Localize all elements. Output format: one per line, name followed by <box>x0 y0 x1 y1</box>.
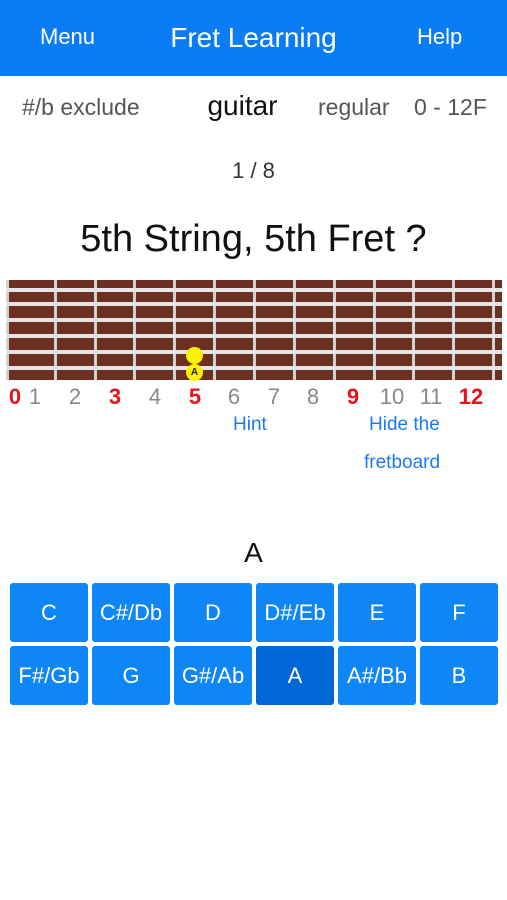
note-button-b[interactable]: B <box>420 646 498 705</box>
fret-line-4 <box>173 280 176 380</box>
fret-number: 1 <box>28 384 42 409</box>
nav-bar: Menu Fret Learning Help <box>0 0 507 76</box>
fret-line-12 <box>492 280 495 380</box>
help-button[interactable]: Help <box>417 24 462 50</box>
fret-number: 8 <box>306 384 320 409</box>
fret-number: 7 <box>267 384 281 409</box>
note-button-ds-eb[interactable]: D#/Eb <box>256 583 334 642</box>
hide-fretboard-link-line1[interactable]: Hide the <box>369 414 440 436</box>
fret-number: 11 <box>419 384 443 409</box>
string-line-6 <box>6 366 502 370</box>
fret-line-6 <box>253 280 256 380</box>
fret-line-2 <box>94 280 97 380</box>
note-button-as-bb[interactable]: A#/Bb <box>338 646 416 705</box>
position-marker <box>186 347 203 364</box>
marker-label: A <box>186 364 203 381</box>
fret-line-11 <box>452 280 455 380</box>
fret-line-1 <box>54 280 57 380</box>
string-line-4 <box>6 334 502 338</box>
note-button-c[interactable]: C <box>10 583 88 642</box>
fret-number: 9 <box>346 384 360 409</box>
fretboard <box>6 280 502 380</box>
fret-number: 3 <box>108 384 122 409</box>
string-line-3 <box>6 318 502 322</box>
fret-range-option[interactable]: 0 - 12F <box>414 94 487 121</box>
fret-number: 6 <box>227 384 241 409</box>
hide-fretboard-link-line2[interactable]: fretboard <box>364 452 440 474</box>
fret-line-8 <box>333 280 336 380</box>
answer-display: A <box>244 537 263 568</box>
accidental-option[interactable]: #/b exclude <box>22 94 140 121</box>
note-button-g[interactable]: G <box>92 646 170 705</box>
fret-line-9 <box>373 280 376 380</box>
string-line-2 <box>6 302 502 306</box>
note-button-f[interactable]: F <box>420 583 498 642</box>
note-button-gs-ab[interactable]: G#/Ab <box>174 646 252 705</box>
fret-number: 10 <box>379 384 405 409</box>
question-text: 5th String, 5th Fret ? <box>80 218 427 260</box>
fret-number: 12 <box>458 384 484 409</box>
fret-line-0 <box>6 280 9 380</box>
note-button-d[interactable]: D <box>174 583 252 642</box>
note-button-fs-gb[interactable]: F#/Gb <box>10 646 88 705</box>
fret-number: 4 <box>148 384 162 409</box>
fret-line-5 <box>213 280 216 380</box>
string-line-5 <box>6 350 502 354</box>
fret-line-7 <box>293 280 296 380</box>
instrument-option[interactable]: guitar <box>150 90 335 122</box>
note-button-a[interactable]: A <box>256 646 334 705</box>
string-line-1 <box>6 288 502 292</box>
fret-number: 2 <box>68 384 82 409</box>
tuning-option[interactable]: regular <box>318 94 390 121</box>
question-counter: 1 / 8 <box>232 158 275 183</box>
note-button-e[interactable]: E <box>338 583 416 642</box>
fret-line-3 <box>133 280 136 380</box>
hint-link[interactable]: Hint <box>233 414 267 436</box>
fret-number: 5 <box>188 384 202 409</box>
fret-line-10 <box>412 280 415 380</box>
note-button-cs-db[interactable]: C#/Db <box>92 583 170 642</box>
